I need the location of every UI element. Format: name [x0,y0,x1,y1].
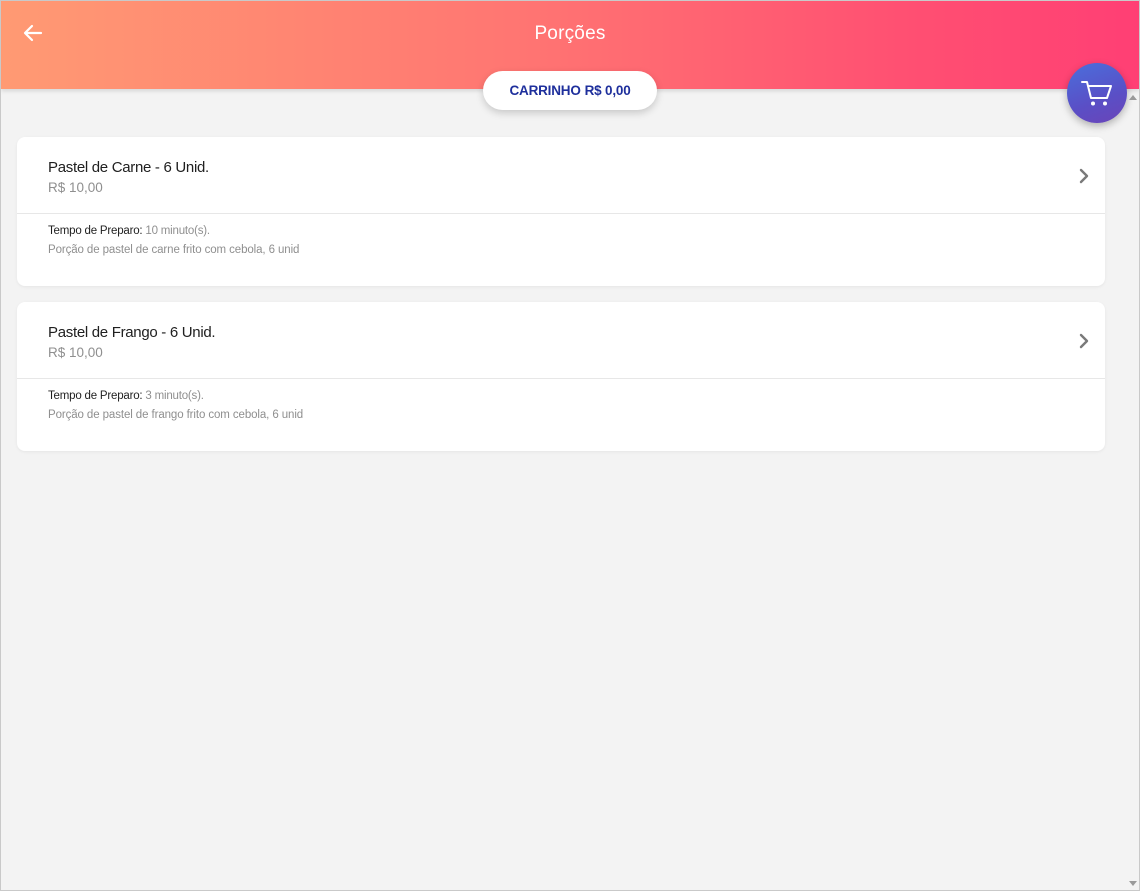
product-card: Pastel de Frango - 6 Unid. R$ 10,00 Temp… [17,302,1105,451]
chevron-right-icon [1079,168,1089,184]
product-description: Porção de pastel de carne frito com cebo… [48,244,300,256]
prep-time-value: 3 minuto(s). [145,390,204,402]
cart-fab-button[interactable] [1067,63,1127,123]
prep-time-label: Tempo de Preparo: [48,225,143,237]
chevron-right-icon [1079,333,1089,349]
product-name: Pastel de Carne - 6 Unid. [48,159,209,176]
product-card-header[interactable]: Pastel de Carne - 6 Unid. R$ 10,00 [17,137,1105,214]
page-title: Porções [534,23,606,44]
product-card-header[interactable]: Pastel de Frango - 6 Unid. R$ 10,00 [17,302,1105,379]
cart-label: CARRINHO [509,83,581,98]
product-price: R$ 10,00 [48,345,103,360]
prep-time: Tempo de Preparo: 10 minuto(s). [48,225,210,237]
prep-time-value: 10 minuto(s). [145,225,210,237]
prep-time: Tempo de Preparo: 3 minuto(s). [48,390,204,402]
product-price: R$ 10,00 [48,180,103,195]
product-name: Pastel de Frango - 6 Unid. [48,324,216,341]
product-description: Porção de pastel de frango frito com ceb… [48,409,304,421]
cart-total-button[interactable]: CARRINHO R$ 0,00 [483,71,657,110]
scroll-up-icon[interactable] [1129,95,1137,100]
cart-total: R$ 0,00 [584,83,631,98]
app-window: Porções CARRINHO R$ 0,00 Pastel de Carne… [0,0,1140,891]
prep-time-label: Tempo de Preparo: [48,390,143,402]
product-card: Pastel de Carne - 6 Unid. R$ 10,00 Tempo… [17,137,1105,286]
scroll-down-icon[interactable] [1129,881,1137,886]
shopping-cart-icon [1081,81,1112,106]
vertical-scrollbar[interactable] [1127,89,1139,890]
